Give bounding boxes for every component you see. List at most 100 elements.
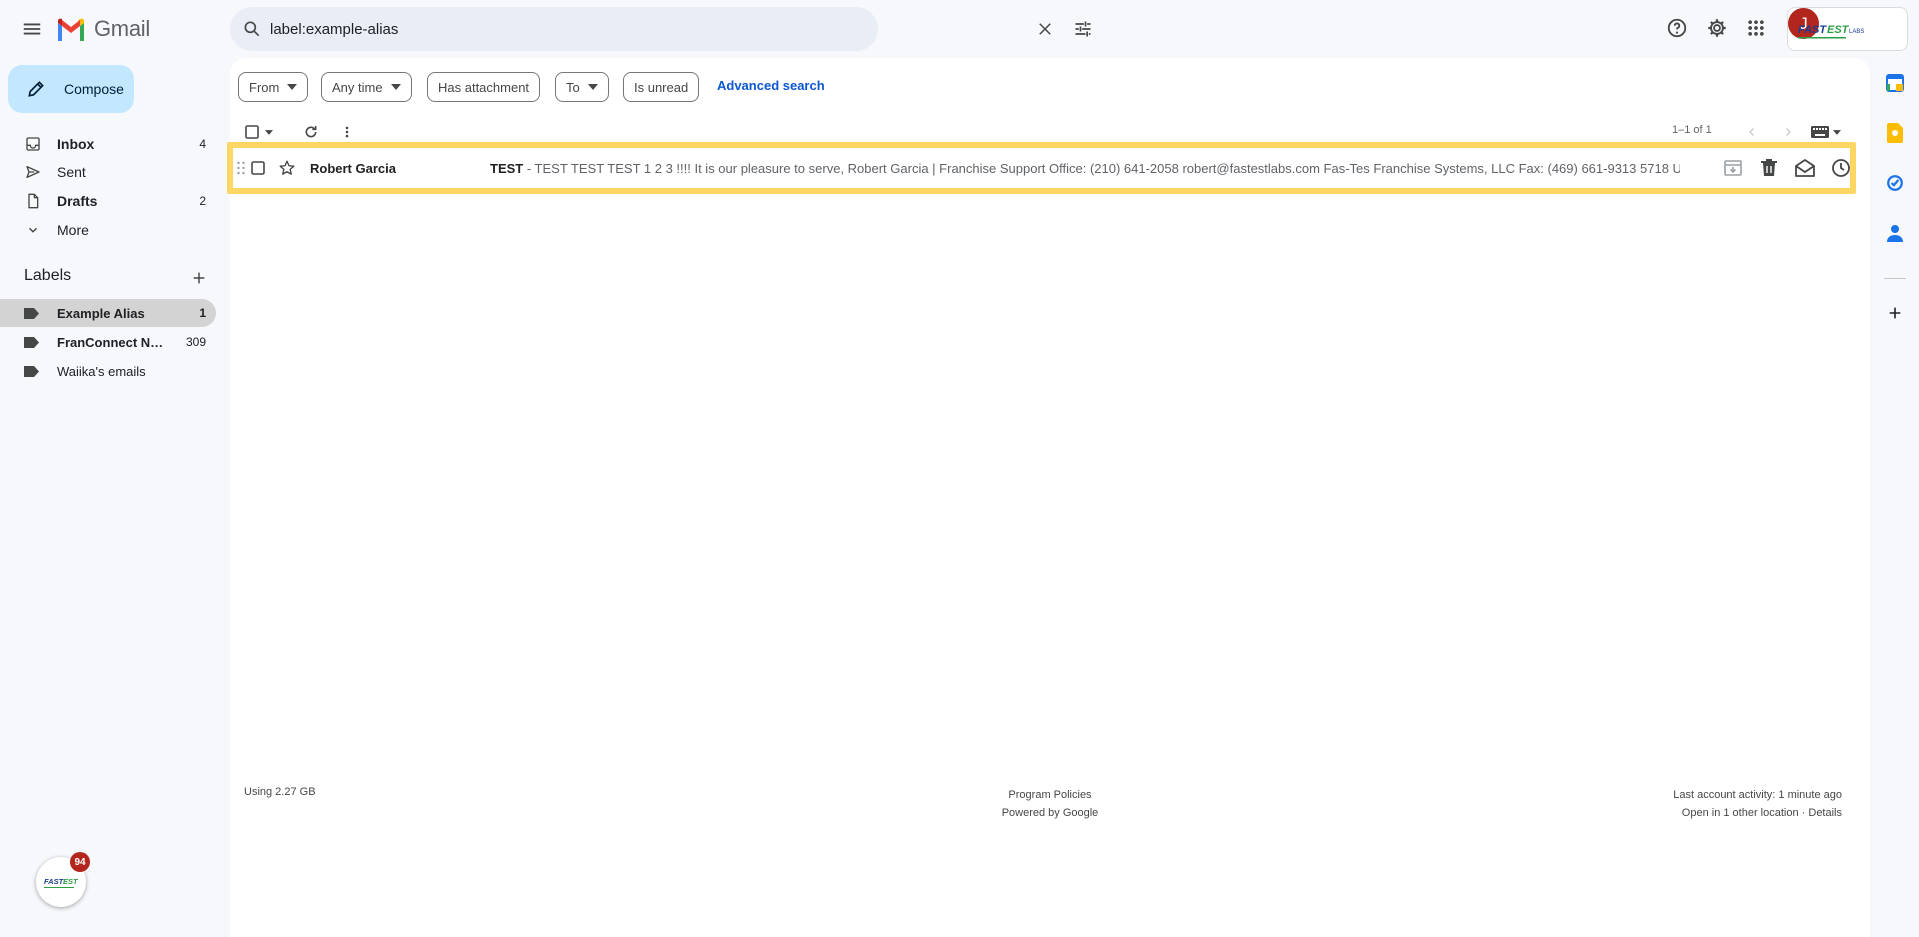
extension-badge[interactable]: FAST EST 94: [36, 852, 90, 907]
create-label-button[interactable]: [186, 265, 212, 291]
tasks-app-button[interactable]: [1880, 168, 1910, 198]
input-tools-button[interactable]: [1806, 120, 1846, 144]
contacts-icon: [1887, 225, 1903, 242]
last-activity-text: Last account activity: 1 minute ago: [1673, 789, 1842, 801]
search-input[interactable]: [270, 15, 790, 43]
calendar-icon: [1886, 74, 1904, 92]
plus-icon: [1889, 307, 1901, 319]
chip-label: Any time: [332, 79, 383, 95]
star-icon[interactable]: [278, 159, 296, 177]
sidebar-item-inbox[interactable]: Inbox 4: [0, 130, 216, 158]
hamburger-icon: [23, 23, 41, 35]
snooze-icon[interactable]: [1829, 156, 1853, 180]
checkbox-icon: [245, 125, 259, 139]
sidebar-label-waiikas-emails[interactable]: Waiika's emails: [0, 357, 216, 385]
sidebar-item-label: Drafts: [57, 193, 98, 209]
sidebar-item-label: More: [57, 222, 89, 238]
sidebar-item-drafts[interactable]: Drafts 2: [0, 187, 216, 215]
advanced-search-link[interactable]: Advanced search: [717, 78, 825, 93]
email-row[interactable]: Robert Garcia TEST - TEST TEST TEST 1 2 …: [227, 142, 1860, 194]
plus-icon: [193, 272, 205, 284]
svg-text:EST: EST: [1827, 24, 1850, 36]
unread-count: 4: [199, 137, 206, 151]
filter-any-time-chip[interactable]: Any time: [321, 72, 412, 102]
main-menu-button[interactable]: [17, 14, 47, 44]
older-page-button[interactable]: [1776, 120, 1800, 144]
gmail-logo[interactable]: Gmail: [56, 14, 150, 44]
svg-text:LABS: LABS: [1849, 29, 1864, 35]
keep-app-button[interactable]: [1880, 118, 1910, 148]
gear-icon: [1708, 19, 1726, 37]
account-button[interactable]: FAST EST LABS J: [1787, 7, 1908, 51]
label-name: FranConnect Notifications: [57, 334, 169, 350]
pagination-info: 1–1 of 1: [1672, 124, 1712, 136]
sidebar-label-franconnect[interactable]: FranConnect Notifications 309: [0, 328, 216, 356]
sidebar-label-example-alias[interactable]: Example Alias 1: [0, 299, 216, 327]
settings-button[interactable]: [1702, 13, 1732, 43]
compose-button[interactable]: Compose: [8, 65, 134, 113]
more-vert-icon: [345, 126, 349, 138]
search-bar[interactable]: [230, 7, 1091, 51]
select-all-checkbox[interactable]: [245, 120, 281, 144]
filter-has-attachment-chip[interactable]: Has attachment: [427, 72, 541, 102]
chevron-down-icon: [24, 221, 42, 239]
tune-icon: [1075, 21, 1091, 37]
activity-details-link[interactable]: Open in 1 other location · Details: [1570, 804, 1842, 822]
sidebar-item-more[interactable]: More: [0, 216, 216, 244]
powered-by-text: Powered by Google: [1001, 807, 1099, 819]
rail-divider: [1884, 278, 1906, 279]
label-icon: [24, 333, 42, 351]
storage-usage: Using 2.27 GB: [244, 786, 316, 798]
keyboard-icon: [1811, 126, 1829, 138]
mark-as-read-icon[interactable]: [1793, 156, 1817, 180]
support-button[interactable]: [1662, 13, 1692, 43]
notification-count-badge: 94: [70, 852, 90, 872]
google-apps-button[interactable]: [1741, 13, 1771, 43]
filter-is-unread-chip[interactable]: Is unread: [623, 72, 700, 102]
sidebar-item-label: Inbox: [57, 136, 95, 152]
drag-handle-icon[interactable]: [236, 160, 246, 176]
sidebar-item-label: Sent: [57, 164, 86, 180]
caret-down-icon: [587, 84, 598, 90]
svg-text:FAST: FAST: [44, 877, 65, 886]
search-button[interactable]: [240, 17, 264, 41]
filter-from-chip[interactable]: From: [238, 72, 309, 102]
get-addons-button[interactable]: [1880, 298, 1910, 328]
svg-text:FAST: FAST: [1798, 24, 1827, 36]
refresh-icon: [305, 126, 317, 138]
message-list-panel: From Any time Has attachment To Is unrea…: [227, 58, 1870, 937]
send-icon: [24, 163, 42, 181]
labels-heading: Labels: [24, 267, 72, 284]
contacts-app-button[interactable]: [1880, 218, 1910, 248]
inbox-icon: [24, 135, 42, 153]
row-checkbox[interactable]: [250, 160, 266, 176]
archive-icon[interactable]: [1721, 156, 1745, 180]
apps-grid-icon: [1748, 20, 1764, 36]
app-name: Gmail: [94, 16, 150, 41]
search-icon: [244, 21, 260, 37]
close-icon: [1039, 23, 1051, 35]
label-icon: [24, 362, 42, 380]
filter-to-chip[interactable]: To: [555, 72, 609, 102]
clear-search-button[interactable]: [1030, 14, 1060, 44]
label-name: Example Alias: [57, 305, 145, 321]
calendar-app-button[interactable]: [1880, 68, 1910, 98]
email-sender: Robert Garcia: [310, 160, 396, 176]
footer-links: Program Policies Powered by Google: [1000, 786, 1100, 822]
keep-icon: [1887, 123, 1903, 143]
sidebar-item-sent[interactable]: Sent: [0, 158, 216, 186]
unread-count: 2: [199, 194, 206, 208]
fastest-labs-logo-icon: FAST EST LABS: [1798, 24, 1864, 39]
chip-label: From: [249, 79, 280, 95]
chip-label: Has attachment: [438, 79, 530, 95]
newer-page-button[interactable]: [1740, 120, 1764, 144]
program-policies-link[interactable]: Program Policies: [1000, 786, 1100, 804]
delete-icon[interactable]: [1757, 156, 1781, 180]
label-count: 309: [185, 335, 206, 349]
chip-label: Is unread: [634, 79, 689, 95]
chevron-left-icon: [1749, 128, 1754, 136]
search-options-button[interactable]: [1068, 14, 1098, 44]
organization-logo: FAST EST LABS: [1796, 16, 1866, 44]
fastest-labs-extension-icon: FAST EST: [44, 877, 79, 888]
compose-label: Compose: [64, 81, 124, 97]
